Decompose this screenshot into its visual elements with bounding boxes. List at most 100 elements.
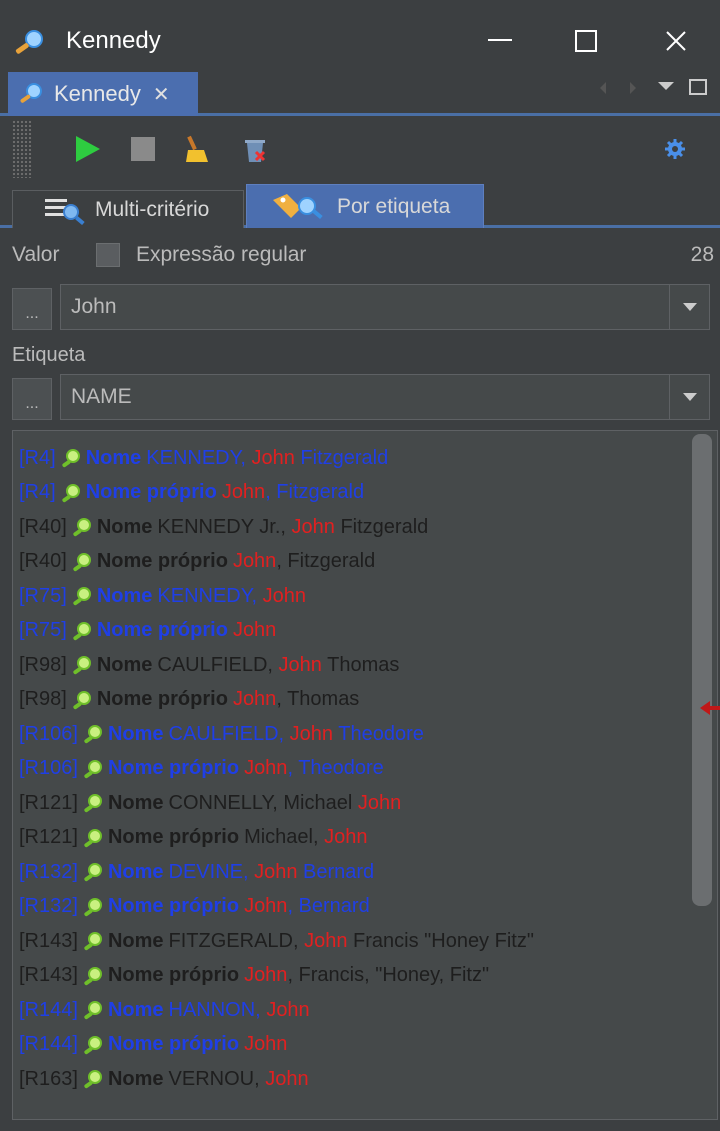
result-record-id: [R98] — [19, 653, 67, 676]
result-match-text: John — [244, 964, 288, 986]
result-text: KENNEDY, — [146, 446, 252, 469]
result-row[interactable]: [R106] Nome CAULFIELD, John Theodore — [19, 717, 424, 751]
result-text: Michael, — [244, 826, 325, 848]
match-magnifier-icon — [84, 725, 102, 744]
result-match-text: John — [291, 515, 335, 538]
result-match-text: John — [232, 688, 277, 710]
match-magnifier-icon — [84, 759, 102, 778]
tab-close-icon[interactable]: ✕ — [153, 82, 170, 107]
list-search-icon — [45, 198, 85, 225]
result-record-id: [R106] — [19, 722, 78, 745]
result-row[interactable]: [R106] Nome próprio John, Theodore — [19, 752, 384, 786]
result-field-name: Nome próprio — [96, 550, 228, 572]
result-field-name: Nome próprio — [96, 688, 228, 710]
result-match-text: John — [266, 998, 310, 1021]
document-tab-strip: Kennedy ✕ — [0, 68, 720, 116]
result-row[interactable]: [R121] Nome próprio Michael, John — [19, 821, 367, 855]
result-row[interactable]: [R4] Nome próprio John, Fitzgerald — [19, 476, 364, 510]
result-field-name: Nome próprio — [96, 619, 228, 641]
settings-button[interactable] — [658, 132, 692, 166]
result-field-name: Nome — [107, 722, 164, 745]
result-row[interactable]: [R132] Nome próprio John, Bernard — [19, 890, 370, 924]
tab-strip-controls[interactable] — [596, 74, 716, 104]
value-dropdown-arrow[interactable] — [669, 285, 709, 329]
trash-icon — [245, 140, 266, 162]
result-row[interactable]: [R163] Nome VERNOU, John — [19, 1062, 309, 1096]
result-match-text: John — [244, 895, 288, 917]
result-record-id: [R121] — [19, 791, 78, 814]
tag-dropdown-arrow[interactable] — [669, 375, 709, 419]
maximize-icon — [575, 30, 597, 52]
match-magnifier-icon — [62, 483, 80, 502]
results-list[interactable]: [R4] Nome KENNEDY, John Fitzgerald [R4] Nome… — [12, 430, 718, 1120]
result-match-text: John — [289, 722, 334, 745]
tag-combobox[interactable]: NAME — [60, 374, 710, 420]
result-text: CAULFIELD, — [168, 722, 290, 745]
result-row[interactable]: [R98] Nome próprio John, Thomas — [19, 683, 359, 717]
value-combo-row: ... John — [0, 284, 720, 332]
result-text: Fitzgerald — [294, 446, 389, 469]
result-field-name: Nome — [107, 998, 164, 1021]
match-magnifier-icon — [73, 690, 91, 709]
result-text: Theodore — [333, 722, 424, 745]
tab-multi-criterio-label: Multi-critério — [95, 197, 210, 221]
result-record-id: [R132] — [19, 895, 78, 917]
play-icon — [76, 136, 100, 162]
regex-checkbox[interactable] — [96, 243, 120, 267]
match-magnifier-icon — [73, 587, 91, 606]
result-row[interactable]: [R40] Nome próprio John, Fitzgerald — [19, 545, 375, 579]
result-row[interactable]: [R132] Nome DEVINE, John Bernard — [19, 855, 374, 889]
broom-icon — [186, 135, 208, 162]
value-text[interactable]: John — [71, 295, 117, 319]
value-combobox[interactable]: John — [60, 284, 710, 330]
result-row[interactable]: [R75] Nome próprio John — [19, 614, 276, 648]
results-scrollbar[interactable] — [692, 434, 712, 906]
result-field-name: Nome — [96, 653, 153, 676]
minimize-button[interactable] — [470, 18, 530, 64]
result-record-id: [R40] — [19, 550, 67, 572]
result-record-id: [R163] — [19, 1067, 78, 1090]
toolbar-grip[interactable] — [12, 120, 32, 178]
result-text: CONNELLY, Michael — [168, 791, 358, 814]
result-row[interactable]: [R144] Nome HANNON, John — [19, 993, 310, 1027]
result-row[interactable]: [R143] Nome FITZGERALD, John Francis "Hone… — [19, 924, 534, 958]
tag-text[interactable]: NAME — [71, 385, 132, 409]
result-match-text: John — [232, 619, 277, 641]
regex-label[interactable]: Expressão regular — [136, 243, 306, 267]
tag-browse-button[interactable]: ... — [12, 378, 52, 420]
match-magnifier-icon — [84, 897, 102, 916]
value-browse-button[interactable]: ... — [12, 288, 52, 330]
result-field-name: Nome próprio — [107, 757, 240, 779]
window-title: Kennedy — [66, 27, 161, 54]
match-magnifier-icon — [84, 863, 102, 882]
chevron-down-icon — [682, 303, 697, 311]
result-row[interactable]: [R121] Nome CONNELLY, Michael John — [19, 786, 401, 820]
stop-button[interactable] — [126, 132, 160, 166]
result-row[interactable]: [R143] Nome próprio John, Francis, "Honey,… — [19, 959, 489, 993]
result-text: , Francis, "Honey, Fitz" — [287, 964, 490, 986]
result-match-text: John — [304, 929, 348, 952]
result-text: , Fitzgerald — [276, 550, 376, 572]
document-tab-kennedy[interactable]: Kennedy ✕ — [8, 72, 198, 116]
run-button[interactable] — [70, 132, 104, 166]
match-magnifier-icon — [84, 1035, 102, 1054]
result-row[interactable]: [R98] Nome CAULFIELD, John Thomas — [19, 648, 399, 682]
result-row[interactable]: [R75] Nome KENNEDY, John — [19, 579, 306, 613]
result-text: Bernard — [297, 860, 375, 883]
search-mode-tabs: Multi-critério Por etiqueta — [0, 182, 720, 228]
tab-por-etiqueta[interactable]: Por etiqueta — [246, 184, 484, 228]
result-text: FITZGERALD, — [168, 929, 305, 952]
maximize-button[interactable] — [556, 18, 616, 64]
result-field-name: Nome — [85, 446, 142, 469]
document-tab-label: Kennedy — [54, 81, 141, 106]
delete-button[interactable] — [238, 132, 272, 166]
result-row[interactable]: [R40] Nome KENNEDY Jr., John Fitzgerald — [19, 510, 428, 544]
close-window-button[interactable] — [646, 18, 706, 64]
result-row[interactable]: [R4] Nome KENNEDY, John Fitzgerald — [19, 441, 388, 475]
clear-button[interactable] — [180, 132, 214, 166]
tab-multi-criterio[interactable]: Multi-critério — [12, 190, 244, 228]
result-field-name: Nome próprio — [85, 481, 217, 503]
result-text: DEVINE, — [168, 860, 255, 883]
result-row[interactable]: [R144] Nome próprio John — [19, 1028, 287, 1062]
match-magnifier-icon — [73, 518, 91, 537]
